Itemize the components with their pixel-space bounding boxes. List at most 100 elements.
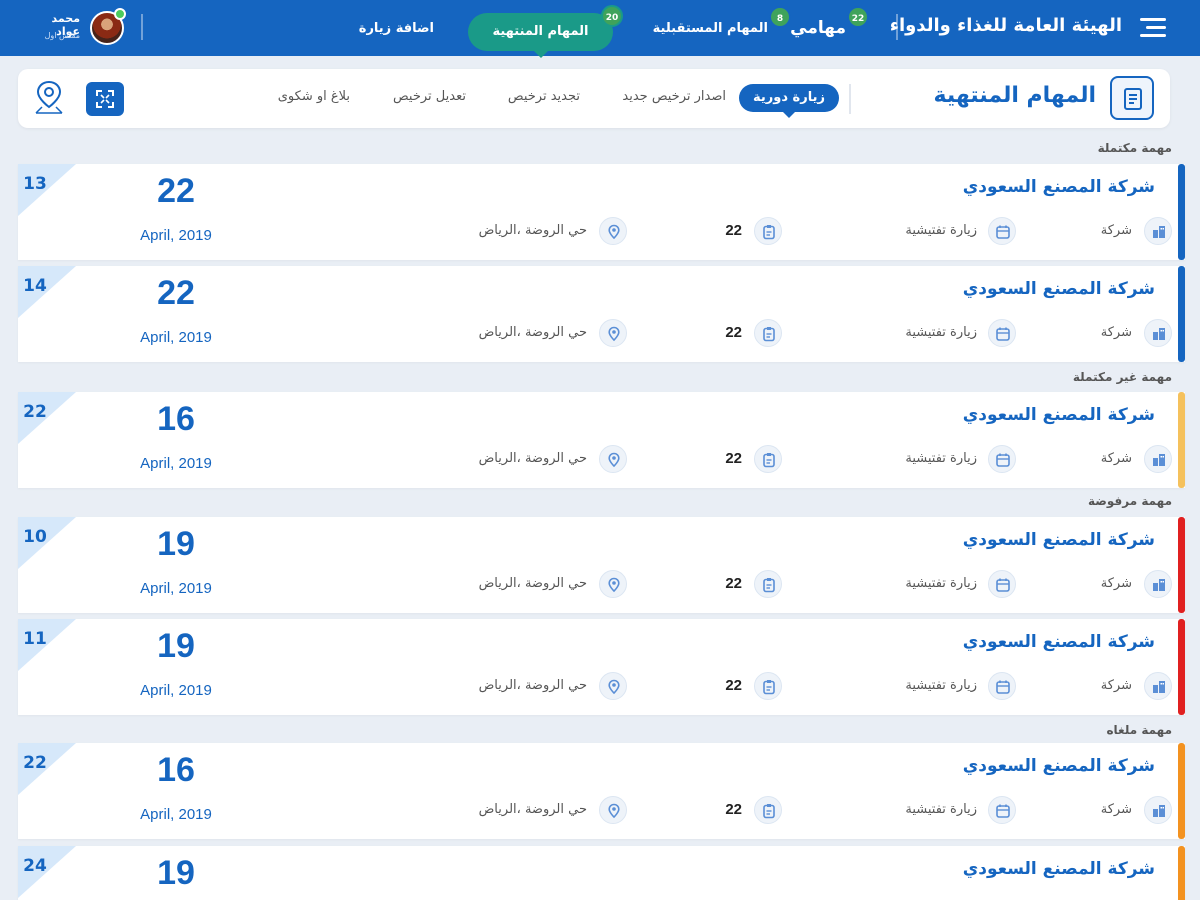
status-accent-bar [1178, 266, 1185, 362]
task-count: 22 [725, 222, 742, 239]
visit-type: زيارة تفتيشية [905, 802, 977, 817]
calendar-icon [988, 217, 1016, 245]
location-text: حي الروضة ،الرياض [478, 678, 587, 693]
task-number: 22 [23, 402, 47, 422]
clipboard-icon [754, 672, 782, 700]
page-header: المهام المنتهية زيارة دورية اصدار ترخيص … [18, 69, 1170, 128]
nav-finished-label: المهام المنتهية [492, 24, 589, 39]
nav-upcoming-badge: 8 [769, 6, 791, 28]
task-month-year: April, 2019 [140, 455, 212, 472]
clipboard-icon [754, 319, 782, 347]
location-pin-icon [599, 796, 627, 824]
visit-type: زيارة تفتيشية [905, 325, 977, 340]
task-day: 22 [157, 274, 195, 312]
task-number: 24 [23, 856, 47, 876]
online-status-icon [114, 8, 126, 20]
task-month-year: April, 2019 [140, 806, 212, 823]
location-text: حي الروضة ،الرياض [478, 451, 587, 466]
map-pin-icon [35, 80, 63, 114]
task-card[interactable]: 22 16 April, 2019 شركة المصنع السعودي شركة زي… [18, 743, 1185, 839]
section-label-incomplete: مهمة غير مكتملة [1072, 370, 1172, 384]
building-icon [1144, 445, 1172, 473]
visit-type: زيارة تفتيشية [905, 223, 977, 238]
tab-report-complaint[interactable]: بلاغ او شكوى [278, 89, 350, 104]
status-accent-bar [1178, 619, 1185, 715]
task-count: 22 [725, 801, 742, 818]
building-icon [1144, 319, 1172, 347]
tab-renew-license[interactable]: تجديد ترخيص [508, 89, 580, 104]
clipboard-icon [754, 796, 782, 824]
nav-add-visit[interactable]: اضافة زيارة [359, 21, 434, 36]
menu-icon[interactable] [1140, 14, 1166, 42]
calendar-icon [988, 796, 1016, 824]
nav-finished-badge: 20 [601, 5, 623, 27]
company-name: شركة المصنع السعودي [962, 756, 1155, 776]
nav-my-tasks[interactable]: مهامي [790, 18, 846, 38]
tab-new-license[interactable]: اصدار ترخيص جديد [622, 89, 726, 104]
task-number: 13 [23, 174, 47, 194]
location-pin-icon [599, 217, 627, 245]
task-card[interactable]: 13 22 April, 2019 شركة المصنع السعودي شركة زي… [18, 164, 1185, 260]
task-count: 22 [725, 575, 742, 592]
task-day: 16 [157, 751, 195, 789]
location-pin-icon [599, 445, 627, 473]
company-name: شركة المصنع السعودي [962, 405, 1155, 425]
visit-type: زيارة تفتيشية [905, 451, 977, 466]
user-divider [141, 14, 143, 40]
nav-divider [896, 14, 898, 40]
company-name: شركة المصنع السعودي [962, 632, 1155, 652]
calendar-icon [988, 445, 1016, 473]
tab-periodic-visit[interactable]: زيارة دورية [739, 84, 839, 118]
company-name: شركة المصنع السعودي [962, 177, 1155, 197]
building-icon [1144, 796, 1172, 824]
map-pin-button[interactable] [32, 79, 66, 117]
task-month-year: April, 2019 [140, 682, 212, 699]
section-label-completed: مهمة مكتملة [1097, 141, 1172, 155]
entity-type: شركة [1100, 802, 1132, 817]
task-day: 22 [157, 172, 195, 210]
task-number: 22 [23, 753, 47, 773]
task-day: 19 [157, 854, 195, 892]
company-name: شركة المصنع السعودي [962, 279, 1155, 299]
location-text: حي الروضة ،الرياض [478, 802, 587, 817]
expand-button[interactable] [86, 82, 124, 116]
location-pin-icon [599, 570, 627, 598]
clipboard-icon [754, 217, 782, 245]
nav-my-tasks-badge: 22 [847, 6, 869, 28]
task-day: 19 [157, 525, 195, 563]
entity-type: شركة [1100, 576, 1132, 591]
task-card[interactable]: 11 19 April, 2019 شركة المصنع السعودي شركة زي… [18, 619, 1185, 715]
calendar-icon [988, 672, 1016, 700]
location-pin-icon [599, 672, 627, 700]
entity-type: شركة [1100, 223, 1132, 238]
building-icon [1144, 217, 1172, 245]
company-name: شركة المصنع السعودي [962, 530, 1155, 550]
task-card[interactable]: 14 22 April, 2019 شركة المصنع السعودي شركة زي… [18, 266, 1185, 362]
location-text: حي الروضة ،الرياض [478, 223, 587, 238]
status-accent-bar [1178, 517, 1185, 613]
status-accent-bar [1178, 846, 1185, 900]
entity-type: شركة [1100, 678, 1132, 693]
company-name: شركة المصنع السعودي [962, 859, 1155, 879]
task-month-year: April, 2019 [140, 329, 212, 346]
tab-modify-license[interactable]: تعديل ترخيص [393, 89, 466, 104]
nav-finished-tasks[interactable]: المهام المنتهية [468, 13, 613, 58]
location-pin-icon [599, 319, 627, 347]
task-count: 22 [725, 677, 742, 694]
entity-type: شركة [1100, 451, 1132, 466]
task-day: 16 [157, 400, 195, 438]
status-accent-bar [1178, 164, 1185, 260]
task-number: 14 [23, 276, 47, 296]
task-month-year: April, 2019 [140, 227, 212, 244]
task-card[interactable]: 22 16 April, 2019 شركة المصنع السعودي شركة زي… [18, 392, 1185, 488]
task-number: 10 [23, 527, 47, 547]
visit-type: زيارة تفتيشية [905, 678, 977, 693]
building-icon [1144, 672, 1172, 700]
task-count: 22 [725, 324, 742, 341]
task-card[interactable]: 10 19 April, 2019 شركة المصنع السعودي شركة زي… [18, 517, 1185, 613]
task-card[interactable]: 24 19 شركة المصنع السعودي [18, 846, 1185, 900]
clipboard-icon [754, 445, 782, 473]
expand-icon [96, 90, 114, 108]
location-text: حي الروضة ،الرياض [478, 325, 587, 340]
nav-upcoming-tasks[interactable]: المهام المستقبلية [653, 21, 768, 36]
